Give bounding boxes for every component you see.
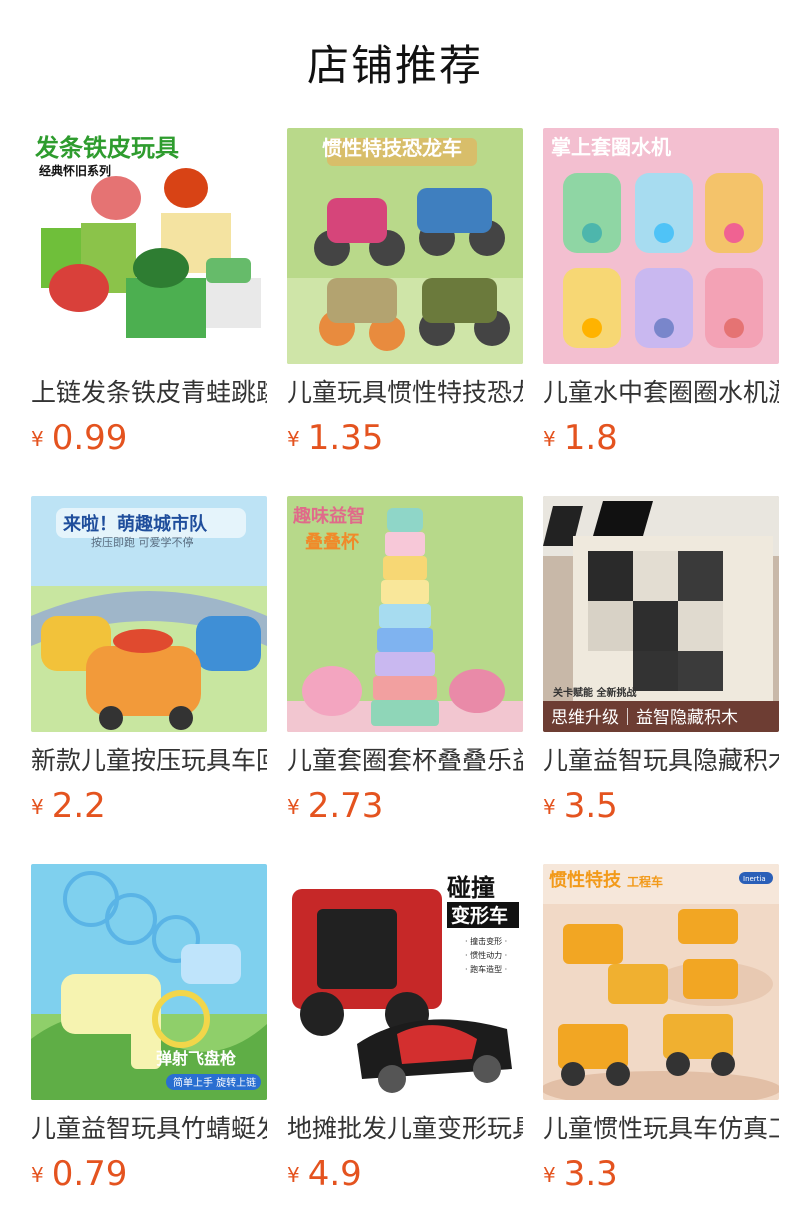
- product-price: ¥0.79: [31, 1154, 267, 1194]
- image-subline: 叠叠杯: [305, 531, 360, 553]
- image-headline: 思维升级｜益智隐藏积木: [551, 708, 738, 728]
- product-card[interactable]: 惯性特技 工程车 Inertia 儿童惯性玩具车仿真工程 ¥3.3: [543, 864, 779, 1194]
- price-value: 4.9: [307, 1154, 362, 1194]
- currency-symbol: ¥: [287, 795, 300, 819]
- currency-symbol: ¥: [31, 1163, 44, 1187]
- image-headline: 惯性特技: [549, 869, 622, 891]
- page-title: 店铺推荐: [306, 41, 483, 90]
- product-price: ¥4.9: [287, 1154, 523, 1194]
- currency-symbol: ¥: [543, 1163, 556, 1187]
- image-headline: 碰撞: [447, 874, 495, 902]
- product-name[interactable]: 儿童套圈套杯叠叠乐益智: [287, 744, 523, 778]
- product-card[interactable]: 趣味益智 叠叠杯 儿童套圈套杯叠叠乐益智 ¥2.73: [287, 496, 523, 826]
- product-image[interactable]: 关卡赋能 全新挑战 思维升级｜益智隐藏积木: [543, 496, 779, 732]
- product-card[interactable]: 惯性特技恐龙车 儿童玩具惯性特技恐龙车 ¥1.35: [287, 128, 523, 458]
- product-price: ¥2.2: [31, 786, 267, 826]
- price-value: 3.5: [563, 786, 618, 826]
- product-name[interactable]: 儿童惯性玩具车仿真工程: [543, 1112, 779, 1146]
- image-headline: 发条铁皮玩具: [34, 134, 179, 162]
- currency-symbol: ¥: [31, 795, 44, 819]
- image-subline: 工程车: [627, 874, 663, 889]
- image-subline: 简单上手 旋转上链: [173, 1076, 256, 1089]
- price-value: 3.3: [563, 1154, 618, 1194]
- price-value: 1.35: [307, 418, 384, 458]
- product-card[interactable]: 发条铁皮玩具 经典怀旧系列 上链发条铁皮青蛙跳跳 ¥0.99: [31, 128, 267, 458]
- product-name[interactable]: 儿童益智玩具隐藏积木: [543, 744, 779, 778]
- product-price: ¥1.35: [287, 418, 523, 458]
- shop-recommend-page: 店铺推荐 发条铁皮玩具 经典怀旧系列 上链发条铁皮青蛙跳跳 ¥ 0.99 惯性特…: [0, 0, 790, 1232]
- product-price: ¥3.3: [543, 1154, 779, 1194]
- product-image[interactable]: 弹射飞盘枪 简单上手 旋转上链: [31, 864, 267, 1100]
- image-feature: · 跑车造型 ·: [465, 964, 507, 974]
- image-headline: 掌上套圈水机: [551, 135, 671, 159]
- image-badge: Inertia: [743, 875, 766, 883]
- currency-symbol: ¥: [287, 427, 300, 451]
- product-image[interactable]: 碰撞 变形车 · 撞击变形 · · 惯性动力 · · 跑车造型 ·: [287, 864, 523, 1100]
- product-price: ¥1.8: [543, 418, 779, 458]
- product-image[interactable]: 掌上套圈水机: [543, 128, 779, 364]
- product-name[interactable]: 上链发条铁皮青蛙跳跳: [31, 376, 267, 410]
- currency-symbol: ¥: [287, 1163, 300, 1187]
- currency-symbol: ¥: [31, 427, 44, 451]
- product-price: ¥3.5: [543, 786, 779, 826]
- image-subline: 变形车: [451, 904, 508, 927]
- price-value: 2.2: [51, 786, 106, 826]
- product-price: ¥0.99: [31, 418, 267, 458]
- image-feature: · 惯性动力 ·: [465, 950, 507, 960]
- image-headline: 弹射飞盘枪: [156, 1049, 236, 1068]
- image-feature: · 撞击变形 ·: [465, 936, 507, 946]
- product-image[interactable]: 趣味益智 叠叠杯: [287, 496, 523, 732]
- product-image[interactable]: 发条铁皮玩具 经典怀旧系列: [31, 128, 267, 364]
- product-card[interactable]: 掌上套圈水机 儿童水中套圈圈水机游戏 ¥1.8: [543, 128, 779, 458]
- price-value: 0.99: [51, 418, 128, 458]
- product-name[interactable]: 新款儿童按压玩具车回力: [31, 744, 267, 778]
- product-card[interactable]: 来啦！萌趣城市队 按压即跑 可爱学不停 新款儿童按压玩具车回力 ¥2.2: [31, 496, 267, 826]
- price-value: 2.73: [307, 786, 384, 826]
- price-value: 1.8: [563, 418, 618, 458]
- product-card[interactable]: 碰撞 变形车 · 撞击变形 · · 惯性动力 · · 跑车造型 · 地摊批发儿童…: [287, 864, 523, 1194]
- price-value: 0.79: [51, 1154, 128, 1194]
- image-subline: 经典怀旧系列: [39, 163, 111, 178]
- image-headline: 来啦！萌趣城市队: [62, 513, 208, 535]
- product-image[interactable]: 来啦！萌趣城市队 按压即跑 可爱学不停: [31, 496, 267, 732]
- product-name[interactable]: 儿童玩具惯性特技恐龙车: [287, 376, 523, 410]
- product-price: ¥2.73: [287, 786, 523, 826]
- currency-symbol: ¥: [543, 795, 556, 819]
- image-headline: 惯性特技恐龙车: [322, 136, 462, 160]
- product-name[interactable]: 儿童益智玩具竹蜻蜓发射: [31, 1112, 267, 1146]
- product-image[interactable]: 惯性特技恐龙车: [287, 128, 523, 364]
- product-name[interactable]: 地摊批发儿童变形玩具车: [287, 1112, 523, 1146]
- product-name[interactable]: 儿童水中套圈圈水机游戏: [543, 376, 779, 410]
- image-subline: 关卡赋能 全新挑战: [553, 686, 636, 699]
- product-image[interactable]: 惯性特技 工程车 Inertia: [543, 864, 779, 1100]
- currency-symbol: ¥: [543, 427, 556, 451]
- product-card[interactable]: 弹射飞盘枪 简单上手 旋转上链 儿童益智玩具竹蜻蜓发射 ¥0.79: [31, 864, 267, 1194]
- image-headline: 趣味益智: [292, 505, 365, 527]
- product-card[interactable]: 关卡赋能 全新挑战 思维升级｜益智隐藏积木 儿童益智玩具隐藏积木 ¥3.5: [543, 496, 779, 826]
- image-subline: 按压即跑 可爱学不停: [91, 535, 194, 549]
